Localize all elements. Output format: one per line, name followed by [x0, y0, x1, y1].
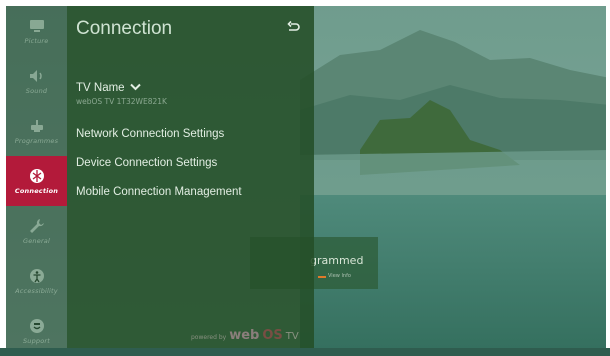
category-label: Sound — [25, 87, 48, 95]
chevron-down-icon — [129, 82, 141, 94]
category-accessibility[interactable]: Accessibility — [6, 256, 67, 306]
category-label: Accessibility — [15, 287, 58, 295]
category-general[interactable]: General — [6, 206, 67, 256]
device-connection-settings-item[interactable]: Device Connection Settings — [76, 157, 217, 169]
category-sound[interactable]: Sound — [6, 56, 67, 106]
tv-name-menu-item[interactable]: TV Name — [76, 82, 141, 94]
powered-by-text: powered by — [191, 334, 227, 341]
view-info-link[interactable]: View Info — [328, 273, 351, 279]
brand-web-text: web — [229, 328, 260, 343]
brand-os-text: OS — [262, 328, 283, 343]
antenna-icon — [28, 117, 46, 135]
powered-by-webos-logo: powered by web OS TV — [191, 328, 299, 343]
tv-name-label: TV Name — [76, 82, 125, 94]
notification-text: grammed — [310, 254, 364, 267]
notification-accent-bar — [318, 276, 326, 278]
mobile-connection-management-item[interactable]: Mobile Connection Management — [76, 186, 242, 198]
category-label: Picture — [24, 37, 49, 45]
network-connection-settings-item[interactable]: Network Connection Settings — [76, 128, 224, 140]
category-picture[interactable]: Picture — [6, 6, 67, 56]
wrench-icon — [28, 217, 46, 235]
connection-settings-panel: Connection TV Name webOS TV 1T32WE821K N… — [67, 6, 314, 348]
category-support[interactable]: Support — [6, 306, 67, 356]
support-icon — [28, 317, 46, 335]
brand-tv-text: TV — [285, 331, 299, 342]
settings-category-rail: Picture Sound Programmes Connection Gene… — [6, 6, 67, 348]
speaker-icon — [28, 67, 46, 85]
page-title: Connection — [76, 18, 173, 39]
accessibility-icon — [28, 267, 46, 285]
category-label: Connection — [14, 187, 59, 195]
category-programmes[interactable]: Programmes — [6, 106, 67, 156]
frame-edge-right — [606, 0, 610, 348]
category-label: Support — [22, 337, 51, 345]
back-arrow-icon[interactable] — [286, 20, 302, 36]
globe-icon — [28, 167, 46, 185]
category-label: Programmes — [14, 137, 59, 145]
picture-icon — [28, 17, 46, 35]
tv-name-value: webOS TV 1T32WE821K — [76, 97, 167, 106]
category-connection[interactable]: Connection — [6, 156, 67, 206]
category-label: General — [22, 237, 51, 245]
